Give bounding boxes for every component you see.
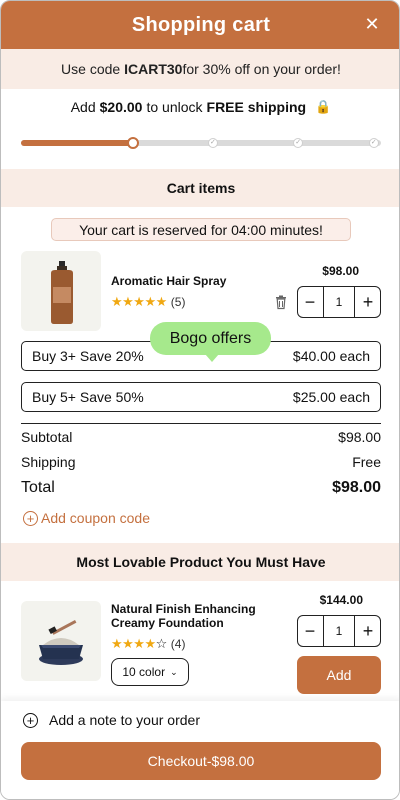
close-icon[interactable]: ✕ bbox=[361, 13, 383, 35]
product-price: $98.00 bbox=[322, 264, 359, 278]
cart-items-heading: Cart items bbox=[1, 169, 399, 207]
subtotal-value: $98.00 bbox=[338, 429, 381, 445]
offer-price: $40.00 each bbox=[292, 348, 370, 364]
recommended-product-image[interactable] bbox=[21, 601, 101, 681]
decrease-quantity-button[interactable]: − bbox=[298, 290, 322, 314]
recommended-product-name[interactable]: Natural Finish Enhancing Creamy Foundati… bbox=[111, 602, 271, 630]
star-icon: ★★★★ bbox=[111, 636, 156, 651]
bogo-offer-tier[interactable]: Buy 5+ Save 50% $25.00 each bbox=[21, 382, 381, 412]
add-coupon-button[interactable]: + Add coupon code bbox=[23, 510, 150, 526]
checkout-button[interactable]: Checkout-$98.00 bbox=[21, 742, 381, 780]
chevron-down-icon: ⌄ bbox=[170, 666, 178, 677]
shipping-label: Shipping bbox=[21, 454, 76, 470]
progress-milestone: ✓ bbox=[368, 138, 379, 148]
recommended-product-price: $144.00 bbox=[319, 593, 363, 607]
shipping-prefix: Add bbox=[70, 99, 96, 115]
progress-fill bbox=[21, 140, 133, 146]
recommendation-heading: Most Lovable Product You Must Have bbox=[1, 543, 399, 581]
plus-circle-icon: + bbox=[23, 712, 38, 728]
color-select[interactable]: 10 color ⌄ bbox=[111, 658, 189, 686]
promo-banner: Use code ICART30 for 30% off on your ord… bbox=[1, 49, 399, 89]
quantity-stepper: − 1 + bbox=[297, 286, 381, 318]
note-label: Add a note to your order bbox=[49, 712, 200, 728]
cart-reserved-timer: Your cart is reserved for 04:00 minutes! bbox=[51, 218, 351, 241]
shipping-emphasis: FREE shipping bbox=[206, 99, 307, 115]
offer-label: Buy 3+ Save 20% bbox=[32, 348, 144, 364]
subtotal-row: Subtotal $98.00 bbox=[21, 429, 381, 445]
summary-divider bbox=[21, 423, 381, 424]
progress-milestone: ✓ bbox=[207, 138, 218, 148]
total-row: Total $98.00 bbox=[21, 479, 381, 497]
increase-quantity-button[interactable]: + bbox=[356, 290, 380, 314]
product-name[interactable]: Aromatic Hair Spray bbox=[111, 274, 261, 288]
star-outline-icon: ☆ bbox=[155, 636, 168, 651]
increase-quantity-button[interactable]: + bbox=[356, 619, 380, 643]
shipping-row: Shipping Free bbox=[21, 454, 381, 470]
coupon-label: Add coupon code bbox=[41, 510, 150, 526]
product-rating: ★★★★★ (5) bbox=[111, 294, 185, 310]
star-icon: ★★★★★ bbox=[111, 294, 167, 309]
free-shipping-message: Add $20.00 to unlock FREE shipping 🔒 bbox=[1, 96, 399, 118]
promo-suffix: for 30% off on your order! bbox=[182, 61, 341, 77]
plus-circle-icon: + bbox=[23, 510, 38, 526]
review-count: (4) bbox=[170, 637, 186, 651]
quantity-value[interactable]: 1 bbox=[323, 287, 355, 317]
cart-header: Shopping cart ✕ bbox=[1, 1, 399, 49]
shipping-amount: $20.00 bbox=[99, 99, 143, 115]
subtotal-label: Subtotal bbox=[21, 429, 73, 445]
add-to-cart-button[interactable]: Add bbox=[297, 656, 381, 694]
quantity-value[interactable]: 1 bbox=[323, 616, 355, 646]
promo-prefix: Use code bbox=[61, 61, 121, 77]
total-value: $98.00 bbox=[332, 479, 381, 496]
offer-label: Buy 5+ Save 50% bbox=[32, 389, 144, 405]
add-order-note-button[interactable]: + Add a note to your order bbox=[23, 712, 200, 728]
recommended-quantity-stepper: − 1 + bbox=[297, 615, 381, 647]
color-select-value: 10 color bbox=[122, 665, 166, 679]
lock-icon: 🔒 bbox=[315, 99, 332, 114]
review-count: (5) bbox=[170, 295, 186, 309]
shipping-progress-bar: ✓ ✓ ✓ bbox=[21, 137, 381, 149]
recommended-product-rating: ★★★★ ☆ (4) bbox=[111, 636, 185, 652]
product-image[interactable] bbox=[21, 251, 101, 331]
progress-milestone: ✓ bbox=[293, 138, 304, 148]
bogo-offers-badge: Bogo offers bbox=[150, 322, 271, 362]
decrease-quantity-button[interactable]: − bbox=[298, 619, 322, 643]
trash-icon[interactable] bbox=[273, 294, 289, 310]
offer-price: $25.00 each bbox=[292, 389, 370, 405]
total-label: Total bbox=[21, 479, 55, 496]
progress-knob bbox=[126, 137, 139, 149]
shipping-value: Free bbox=[352, 454, 381, 470]
shipping-middle: to unlock bbox=[146, 99, 203, 115]
cart-title: Shopping cart bbox=[131, 13, 271, 36]
promo-code: ICART30 bbox=[124, 61, 183, 77]
cart-drawer: Shopping cart ✕ Use code ICART30 for 30%… bbox=[0, 0, 400, 800]
